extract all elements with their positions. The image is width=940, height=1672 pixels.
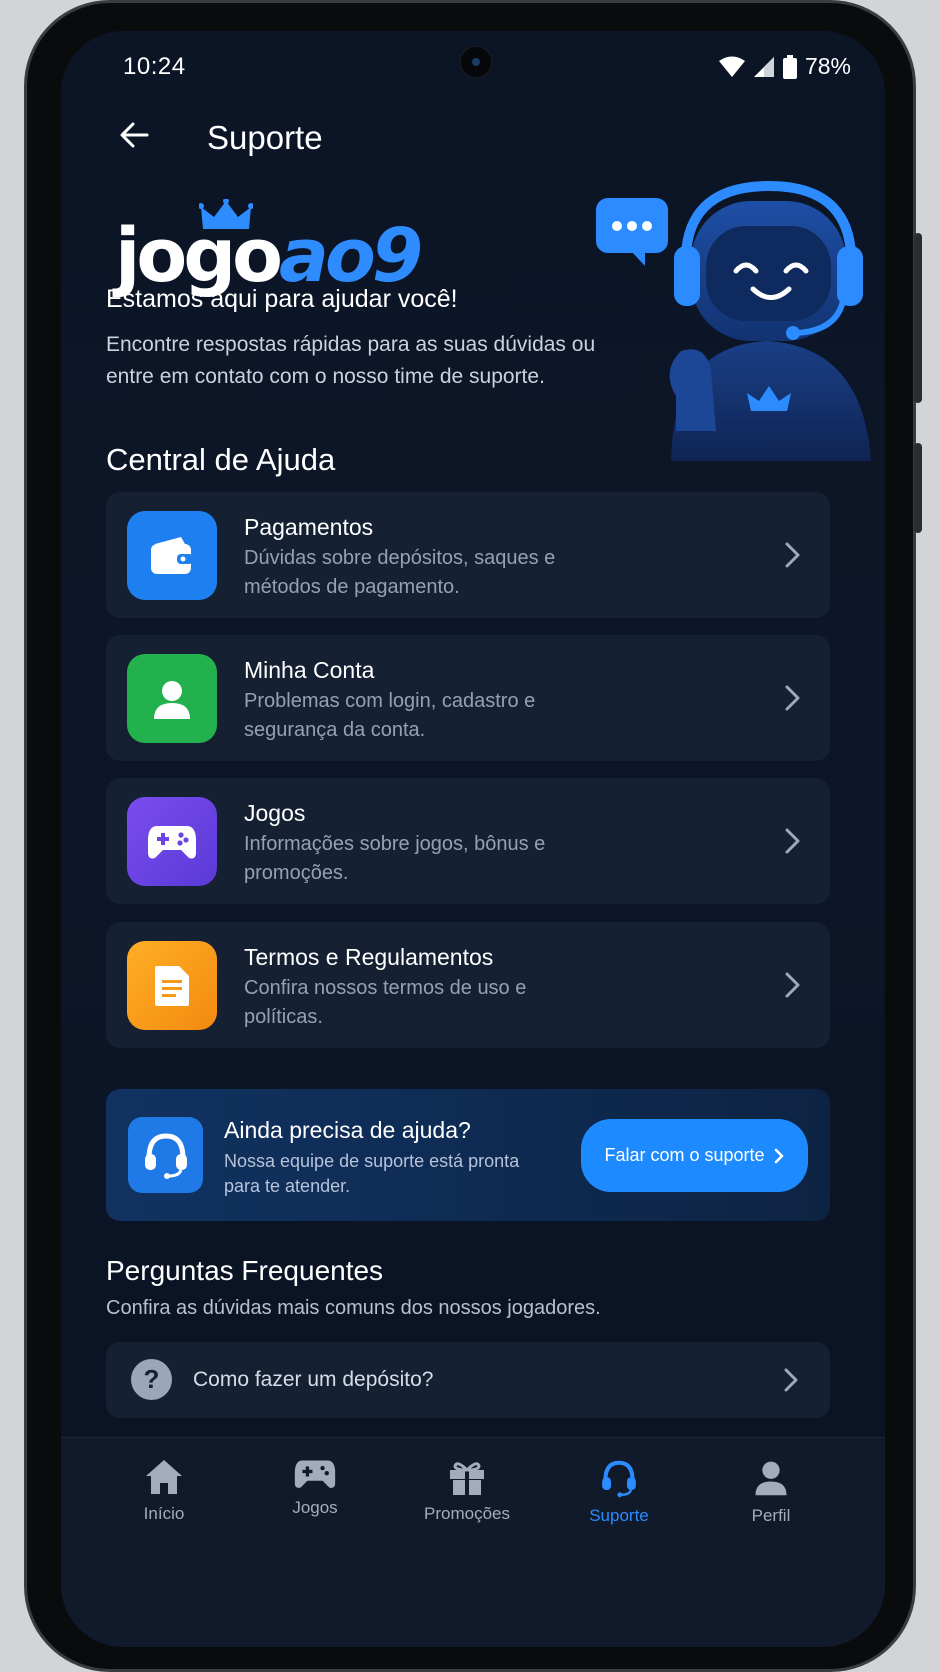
nav-item-games[interactable]: Jogos [255,1458,375,1518]
home-icon [146,1460,182,1494]
chevron-right-icon [785,972,800,998]
faq-title: Perguntas Frequentes [106,1255,384,1286]
status-bar: 10:24 78% [61,31,885,101]
support-mascot-illustration [596,180,871,461]
status-icons: 78% [718,53,851,80]
back-arrow-icon[interactable] [115,115,155,155]
hero-subtitle: Encontre respostas rápidas para as suas … [106,333,596,388]
wifi-icon [718,56,745,77]
card-title: Minha Conta [244,657,375,683]
card-title: Termos e Regulamentos [244,944,494,970]
nav-item-home[interactable]: Início [104,1458,224,1524]
gamepad-icon [294,1460,336,1488]
bottom-navigation: Início Jogos Promoções Suporte Perfil [61,1437,885,1647]
chevron-right-icon [784,1368,798,1392]
gamepad-icon [127,797,217,886]
power-button [914,443,922,533]
banner-title: Ainda precisa de ajuda? [224,1117,471,1143]
support-banner: Ainda precisa de ajuda? Nossa equipe de … [106,1089,830,1221]
card-description: Confira nossos termos de uso e políticas… [244,977,527,1028]
person-icon [755,1461,787,1496]
nav-label: Jogos [292,1498,338,1517]
nav-label: Suporte [589,1506,649,1525]
app-screen: 10:24 78% Suporte jogoao9 Estamos aqui p… [61,31,885,1647]
help-center-title: Central de Ajuda [106,442,336,477]
nav-item-support[interactable]: Suporte [559,1458,679,1526]
card-description: Informações sobre jogos, bônus e promoçõ… [244,833,546,884]
faq-item[interactable]: ? Como fazer um depósito? [106,1342,830,1418]
contact-support-button[interactable]: Falar com o suporte [581,1119,808,1192]
chevron-right-icon [785,542,800,568]
card-description: Dúvidas sobre depósitos, saques e método… [244,547,556,598]
phone-frame: 10:24 78% Suporte jogoao9 Estamos aqui p… [24,0,922,1672]
chevron-right-icon [785,685,800,711]
chevron-right-icon [774,1148,783,1163]
contact-support-label: Falar com o suporte [604,1145,765,1165]
battery-percent: 78% [804,53,851,79]
card-title: Jogos [244,800,306,826]
chevron-right-icon [785,828,800,854]
nav-label: Início [143,1504,185,1523]
faq-subtitle: Confira as dúvidas mais comuns dos nosso… [106,1297,601,1319]
front-camera [459,45,493,79]
page-title: Suporte [207,119,323,156]
user-icon [127,654,217,743]
signal-icon [753,56,774,77]
card-description: Problemas com login, cadastro e seguranç… [244,690,536,741]
battery-icon [782,54,797,79]
help-card-terms[interactable]: Termos e Regulamentos Confira nossos ter… [106,922,830,1048]
help-card-payments[interactable]: Pagamentos Dúvidas sobre depósitos, saqu… [106,492,830,618]
nav-label: Promoções [424,1504,510,1523]
wallet-icon [127,511,217,600]
volume-button [914,233,922,403]
banner-description: Nossa equipe de suporte está pronta para… [224,1151,520,1196]
help-card-account[interactable]: Minha Conta Problemas com login, cadastr… [106,635,830,761]
headset-icon [602,1460,636,1498]
question-mark-icon: ? [131,1359,172,1400]
top-app-bar: Suporte [61,101,885,171]
nav-label: Perfil [751,1506,791,1525]
nav-item-profile[interactable]: Perfil [711,1458,831,1526]
nav-item-promotions[interactable]: Promoções [407,1458,527,1524]
headset-icon [128,1117,203,1193]
hero-title: Estamos aqui para ajudar você! [106,285,458,313]
status-time: 10:24 [123,53,186,80]
help-card-games[interactable]: Jogos Informações sobre jogos, bônus e p… [106,778,830,904]
faq-question: Como fazer um depósito? [193,1368,434,1391]
card-title: Pagamentos [244,514,374,540]
document-icon [127,941,217,1030]
gift-icon [450,1462,484,1495]
